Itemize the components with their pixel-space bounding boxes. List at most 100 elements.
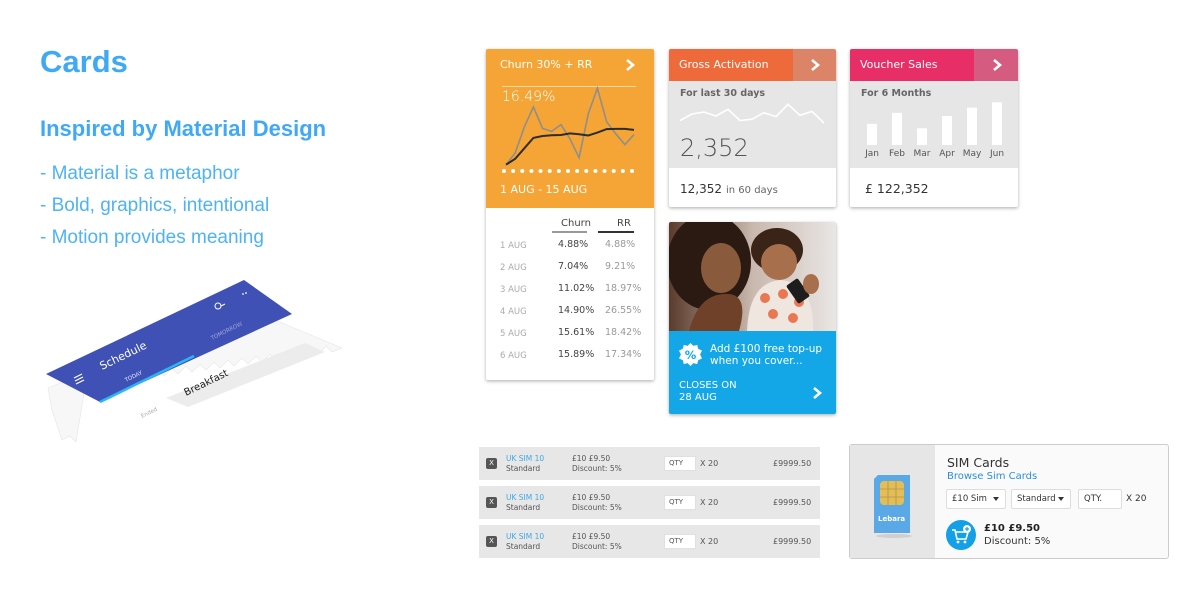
voucher-period: For 6 Months [861, 88, 932, 99]
item-price: £10 £9.50 [572, 493, 611, 502]
bar-label: Mar [913, 149, 931, 159]
add-to-cart-button[interactable] [946, 520, 976, 550]
voucher-bar-chart [867, 102, 1002, 145]
browse-sim-link[interactable]: Browse Sim Cards [947, 471, 1037, 482]
promo-photo [669, 222, 836, 331]
qty-input[interactable]: QTY [664, 456, 696, 471]
cart-row: X UK SIM 10 Standard £10 £9.50 Discount:… [479, 447, 820, 480]
bar-jun [992, 102, 1002, 145]
x-axis-dot [620, 169, 625, 173]
voucher-card-title: Voucher Sales [860, 58, 938, 71]
bar-label: Jun [989, 149, 1005, 159]
remove-item-button[interactable]: X [486, 458, 497, 469]
x-axis-dot [520, 169, 525, 173]
principles-list: - Material is a metaphor - Bold, graphic… [40, 160, 269, 256]
promo-closes-label: CLOSES ON [679, 380, 737, 391]
percent-badge-icon: % [679, 343, 702, 366]
item-price: £10 £9.50 [572, 454, 611, 463]
qty-input[interactable]: QTY [664, 495, 696, 510]
sim-type-select[interactable]: Standard [1011, 489, 1071, 509]
gross-footer-label: in 60 days [726, 185, 778, 196]
caret-down-icon [1058, 497, 1064, 501]
churn-legend-line [552, 231, 587, 233]
bar-label: Apr [939, 149, 955, 159]
bar-may [967, 107, 977, 145]
page-subtitle: Inspired by Material Design [40, 116, 327, 141]
table-header-rr: RR [617, 218, 631, 229]
chevron-right-icon[interactable] [624, 58, 636, 72]
item-type: Standard [506, 542, 541, 551]
gross-sparkline [679, 103, 825, 124]
item-total: £9999.50 [773, 498, 812, 507]
chevron-right-icon [811, 59, 821, 71]
remove-item-button[interactable]: X [486, 497, 497, 508]
promo-body: % Add £100 free top-up when you cover...… [669, 331, 836, 414]
svg-text:%: % [685, 348, 697, 362]
x-axis-dot [566, 169, 570, 173]
item-discount: Discount: 5% [572, 503, 622, 512]
item-price: £10 £9.50 [572, 532, 611, 541]
principle-item: - Motion provides meaning [40, 227, 264, 248]
gross-period: For last 30 days [680, 88, 766, 99]
item-type: Standard [506, 503, 541, 512]
voucher-open-button[interactable] [974, 49, 1018, 81]
item-total: £9999.50 [773, 537, 812, 546]
x-axis-dot [511, 169, 516, 173]
gross-card-header: Gross Activation [669, 49, 793, 81]
sim-card-title: SIM Cards [947, 455, 1010, 470]
sim-multiplier: X 20 [1126, 494, 1147, 504]
item-discount: Discount: 5% [572, 464, 622, 473]
sim-price: £10 £9.50 [984, 523, 1040, 534]
x-axis-dot [630, 169, 634, 173]
bar-label: May [962, 149, 982, 159]
promo-closing: CLOSES ON 28 AUG [679, 380, 769, 404]
principle-item: - Material is a metaphor [40, 163, 240, 184]
item-multiplier: X 20 [700, 459, 719, 468]
item-name-link[interactable]: UK SIM 10 [506, 493, 544, 502]
chevron-right-icon [993, 59, 1003, 71]
gross-open-button[interactable] [793, 49, 836, 81]
x-axis-dot [611, 169, 616, 173]
sim-value-select[interactable]: £10 Sim [946, 489, 1006, 509]
table-row: 5 AUG 15.61% 18.42% [500, 327, 642, 339]
bar-feb [892, 112, 902, 145]
x-axis-dot [547, 169, 552, 173]
qty-input[interactable]: QTY [664, 534, 696, 549]
churn-line-chart [502, 85, 635, 173]
rr-legend-line [598, 231, 634, 233]
item-name-link[interactable]: UK SIM 10 [506, 532, 544, 541]
table-row: 2 AUG 7.04% 9.21% [500, 261, 636, 273]
page-title: Cards [40, 44, 128, 79]
voucher-sales-card: Voucher Sales For 6 Months Jan Feb Mar Apr M… [850, 49, 1018, 207]
caret-down-icon [993, 497, 999, 501]
item-total: £9999.50 [773, 459, 812, 468]
table-row: 1 AUG 4.88% 4.88% [500, 239, 636, 251]
cart-row: X UK SIM 10 Standard £10 £9.50 Discount:… [479, 486, 820, 519]
gross-activation-card: Gross Activation For last 30 days 2,352 … [669, 49, 836, 207]
promo-card[interactable]: % Add £100 free top-up when you cover...… [669, 222, 836, 414]
voucher-total: £ 122,352 [865, 181, 929, 196]
svg-text:Lebara: Lebara [878, 515, 905, 523]
gross-value: 2,352 [680, 134, 749, 162]
remove-item-button[interactable]: X [486, 536, 497, 547]
principle-item: - Bold, graphics, intentional [40, 195, 270, 216]
bar-label: Jan [865, 149, 879, 159]
cart-add-icon [952, 525, 971, 544]
x-axis-dot [556, 169, 561, 173]
item-multiplier: X 20 [700, 537, 719, 546]
list-item-status: Ended [140, 407, 158, 420]
x-axis-dot [593, 169, 598, 173]
chevron-right-icon[interactable] [811, 386, 823, 400]
table-row: 4 AUG 14.90% 26.55% [500, 305, 642, 317]
item-name-link[interactable]: UK SIM 10 [506, 454, 544, 463]
bar-mar [917, 128, 927, 145]
sim-qty-input[interactable]: QTY. [1078, 489, 1122, 509]
churn-card: Churn 30% + RR 16.49% 1 AUG - 15 AUG Chu… [486, 49, 654, 380]
promo-closes-date: 28 AUG [679, 392, 717, 403]
cart-row: X UK SIM 10 Standard £10 £9.50 Discount:… [479, 525, 820, 558]
sim-card-icon: Lebara [874, 475, 912, 538]
sparkline [679, 103, 825, 124]
item-type: Standard [506, 464, 541, 473]
x-axis-dot [584, 169, 589, 173]
series-line-rr [505, 85, 635, 166]
